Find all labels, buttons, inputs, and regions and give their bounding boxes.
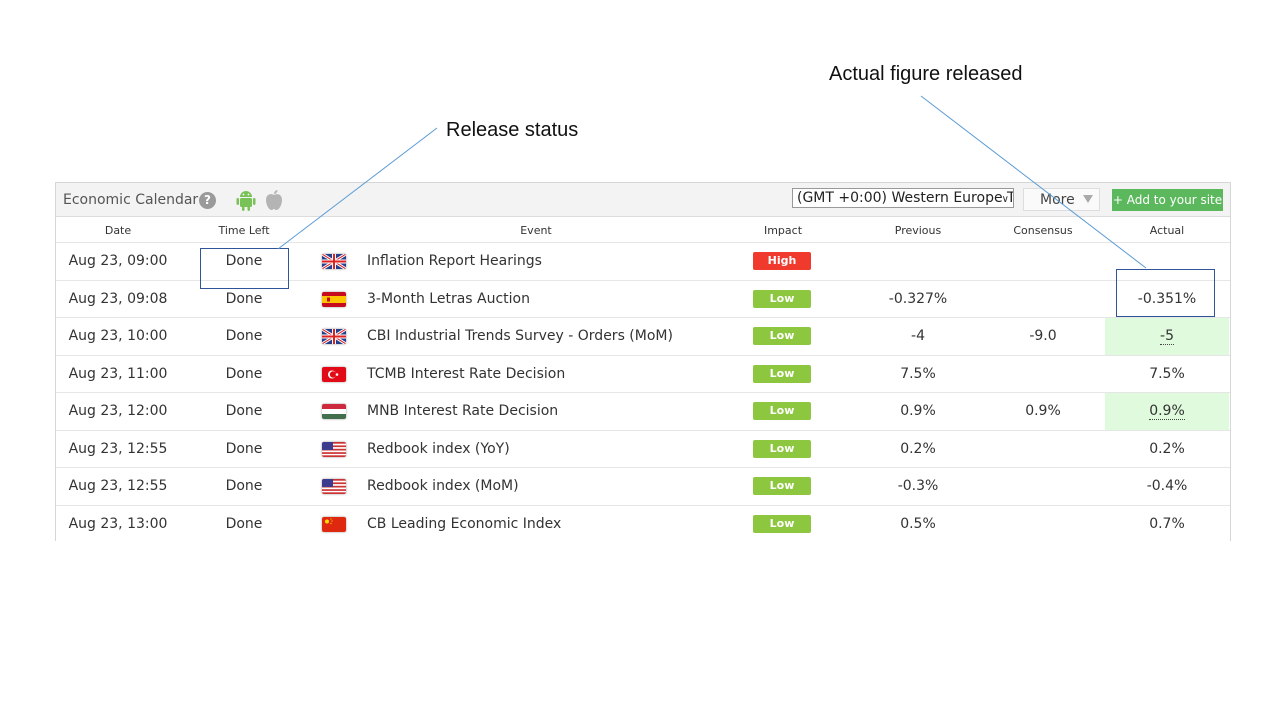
release-status-connector: [277, 127, 438, 250]
actual-figure-connector: [920, 95, 1147, 269]
callout-connectors: [277, 95, 1147, 269]
